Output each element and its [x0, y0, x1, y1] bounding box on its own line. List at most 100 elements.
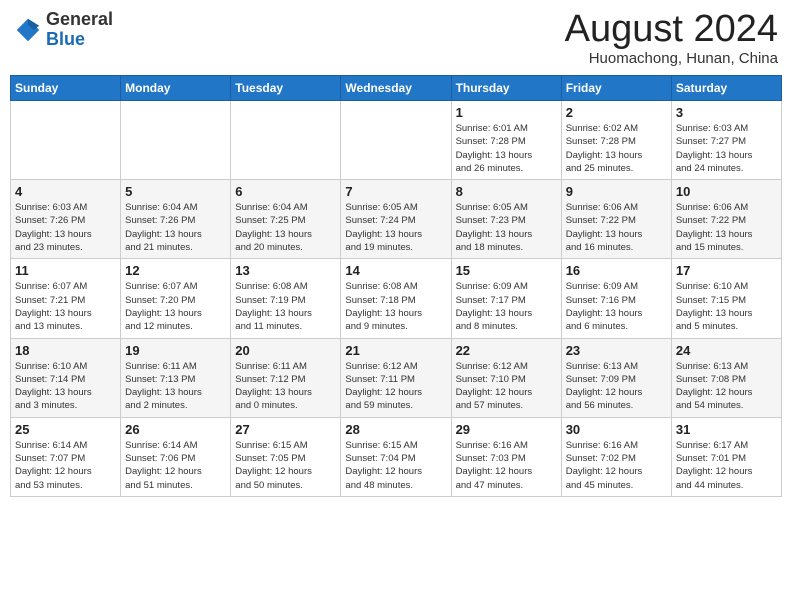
day-number: 11 [15, 263, 116, 278]
calendar-cell [11, 101, 121, 180]
calendar-cell: 24Sunrise: 6:13 AM Sunset: 7:08 PM Dayli… [671, 338, 781, 417]
day-number: 6 [235, 184, 336, 199]
day-info: Sunrise: 6:05 AM Sunset: 7:23 PM Dayligh… [456, 201, 557, 254]
day-info: Sunrise: 6:08 AM Sunset: 7:19 PM Dayligh… [235, 280, 336, 333]
title-block: August 2024 Huomachong, Hunan, China [565, 10, 778, 67]
day-info: Sunrise: 6:09 AM Sunset: 7:17 PM Dayligh… [456, 280, 557, 333]
day-info: Sunrise: 6:03 AM Sunset: 7:26 PM Dayligh… [15, 201, 116, 254]
day-info: Sunrise: 6:05 AM Sunset: 7:24 PM Dayligh… [345, 201, 446, 254]
day-number: 8 [456, 184, 557, 199]
month-year: August 2024 [565, 10, 778, 48]
calendar-cell: 5 Sunrise: 6:04 AM Sunset: 7:26 PM Daylig… [121, 180, 231, 259]
calendar-cell: 20 Sunrise: 6:11 AM Sunset: 7:12 PM Dayli… [231, 338, 341, 417]
day-number: 10 [676, 184, 777, 199]
day-number: 14 [345, 263, 446, 278]
calendar-cell: 16 Sunrise: 6:09 AM Sunset: 7:16 PM Dayli… [561, 259, 671, 338]
day-info: Sunrise: 6:15 AM Sunset: 7:04 PM Dayligh… [345, 439, 446, 492]
day-number: 29 [456, 422, 557, 437]
calendar-cell: 31 Sunrise: 6:17 AM Sunset: 7:01 PM Dayli… [671, 417, 781, 496]
day-header-sunday: Sunday [11, 76, 121, 101]
calendar-cell: 26 Sunrise: 6:14 AM Sunset: 7:06 PM Dayli… [121, 417, 231, 496]
day-header-thursday: Thursday [451, 76, 561, 101]
logo: General Blue [14, 10, 113, 50]
day-header-monday: Monday [121, 76, 231, 101]
calendar-cell: 28 Sunrise: 6:15 AM Sunset: 7:04 PM Dayli… [341, 417, 451, 496]
day-info: Sunrise: 6:11 AM Sunset: 7:12 PM Dayligh… [235, 360, 336, 413]
day-header-row: SundayMondayTuesdayWednesdayThursdayFrid… [11, 76, 782, 101]
calendar-cell [121, 101, 231, 180]
day-info: Sunrise: 6:07 AM Sunset: 7:20 PM Dayligh… [125, 280, 226, 333]
calendar-cell [341, 101, 451, 180]
calendar-cell: 19Sunrise: 6:11 AM Sunset: 7:13 PM Dayli… [121, 338, 231, 417]
calendar-cell: 11 Sunrise: 6:07 AM Sunset: 7:21 PM Dayli… [11, 259, 121, 338]
day-number: 7 [345, 184, 446, 199]
calendar-cell: 18 Sunrise: 6:10 AM Sunset: 7:14 PM Dayli… [11, 338, 121, 417]
calendar-week-5: 25 Sunrise: 6:14 AM Sunset: 7:07 PM Dayli… [11, 417, 782, 496]
day-number: 21 [345, 343, 446, 358]
calendar-week-2: 4 Sunrise: 6:03 AM Sunset: 7:26 PM Daylig… [11, 180, 782, 259]
day-header-wednesday: Wednesday [341, 76, 451, 101]
location: Huomachong, Hunan, China [565, 50, 778, 67]
calendar-cell [231, 101, 341, 180]
day-info: Sunrise: 6:10 AM Sunset: 7:14 PM Dayligh… [15, 360, 116, 413]
calendar-cell: 15Sunrise: 6:09 AM Sunset: 7:17 PM Dayli… [451, 259, 561, 338]
day-number: 22 [456, 343, 557, 358]
calendar-cell: 25 Sunrise: 6:14 AM Sunset: 7:07 PM Dayli… [11, 417, 121, 496]
day-info: Sunrise: 6:01 AM Sunset: 7:28 PM Dayligh… [456, 122, 557, 175]
calendar-cell: 2Sunrise: 6:02 AM Sunset: 7:28 PM Daylig… [561, 101, 671, 180]
day-number: 26 [125, 422, 226, 437]
day-header-saturday: Saturday [671, 76, 781, 101]
day-number: 31 [676, 422, 777, 437]
day-info: Sunrise: 6:10 AM Sunset: 7:15 PM Dayligh… [676, 280, 777, 333]
day-number: 20 [235, 343, 336, 358]
day-number: 25 [15, 422, 116, 437]
day-number: 19 [125, 343, 226, 358]
day-info: Sunrise: 6:15 AM Sunset: 7:05 PM Dayligh… [235, 439, 336, 492]
day-info: Sunrise: 6:13 AM Sunset: 7:09 PM Dayligh… [566, 360, 667, 413]
day-header-tuesday: Tuesday [231, 76, 341, 101]
calendar-table: SundayMondayTuesdayWednesdayThursdayFrid… [10, 75, 782, 497]
day-number: 18 [15, 343, 116, 358]
day-number: 13 [235, 263, 336, 278]
day-number: 28 [345, 422, 446, 437]
day-number: 5 [125, 184, 226, 199]
calendar-cell: 21 Sunrise: 6:12 AM Sunset: 7:11 PM Dayli… [341, 338, 451, 417]
calendar-cell: 9 Sunrise: 6:06 AM Sunset: 7:22 PM Daylig… [561, 180, 671, 259]
day-info: Sunrise: 6:04 AM Sunset: 7:26 PM Dayligh… [125, 201, 226, 254]
day-info: Sunrise: 6:14 AM Sunset: 7:07 PM Dayligh… [15, 439, 116, 492]
day-number: 17 [676, 263, 777, 278]
page-header: General Blue August 2024 Huomachong, Hun… [10, 10, 782, 67]
day-header-friday: Friday [561, 76, 671, 101]
day-info: Sunrise: 6:16 AM Sunset: 7:03 PM Dayligh… [456, 439, 557, 492]
day-number: 12 [125, 263, 226, 278]
day-info: Sunrise: 6:08 AM Sunset: 7:18 PM Dayligh… [345, 280, 446, 333]
day-number: 30 [566, 422, 667, 437]
calendar-cell: 10Sunrise: 6:06 AM Sunset: 7:22 PM Dayli… [671, 180, 781, 259]
day-number: 4 [15, 184, 116, 199]
day-info: Sunrise: 6:07 AM Sunset: 7:21 PM Dayligh… [15, 280, 116, 333]
day-info: Sunrise: 6:12 AM Sunset: 7:10 PM Dayligh… [456, 360, 557, 413]
day-info: Sunrise: 6:14 AM Sunset: 7:06 PM Dayligh… [125, 439, 226, 492]
day-number: 16 [566, 263, 667, 278]
calendar-week-1: 1 Sunrise: 6:01 AM Sunset: 7:28 PM Daylig… [11, 101, 782, 180]
logo-icon [14, 16, 42, 44]
day-info: Sunrise: 6:09 AM Sunset: 7:16 PM Dayligh… [566, 280, 667, 333]
day-info: Sunrise: 6:03 AM Sunset: 7:27 PM Dayligh… [676, 122, 777, 175]
calendar-cell: 17 Sunrise: 6:10 AM Sunset: 7:15 PM Dayli… [671, 259, 781, 338]
day-number: 23 [566, 343, 667, 358]
day-info: Sunrise: 6:04 AM Sunset: 7:25 PM Dayligh… [235, 201, 336, 254]
calendar-cell: 23 Sunrise: 6:13 AM Sunset: 7:09 PM Dayli… [561, 338, 671, 417]
day-number: 9 [566, 184, 667, 199]
day-info: Sunrise: 6:12 AM Sunset: 7:11 PM Dayligh… [345, 360, 446, 413]
day-info: Sunrise: 6:16 AM Sunset: 7:02 PM Dayligh… [566, 439, 667, 492]
day-info: Sunrise: 6:06 AM Sunset: 7:22 PM Dayligh… [566, 201, 667, 254]
day-info: Sunrise: 6:02 AM Sunset: 7:28 PM Dayligh… [566, 122, 667, 175]
calendar-cell: 22 Sunrise: 6:12 AM Sunset: 7:10 PM Dayli… [451, 338, 561, 417]
logo-general-text: General [46, 10, 113, 30]
calendar-cell: 14 Sunrise: 6:08 AM Sunset: 7:18 PM Dayli… [341, 259, 451, 338]
day-number: 1 [456, 105, 557, 120]
day-info: Sunrise: 6:17 AM Sunset: 7:01 PM Dayligh… [676, 439, 777, 492]
calendar-week-3: 11 Sunrise: 6:07 AM Sunset: 7:21 PM Dayli… [11, 259, 782, 338]
calendar-cell: 29 Sunrise: 6:16 AM Sunset: 7:03 PM Dayli… [451, 417, 561, 496]
calendar-cell: 30 Sunrise: 6:16 AM Sunset: 7:02 PM Dayli… [561, 417, 671, 496]
